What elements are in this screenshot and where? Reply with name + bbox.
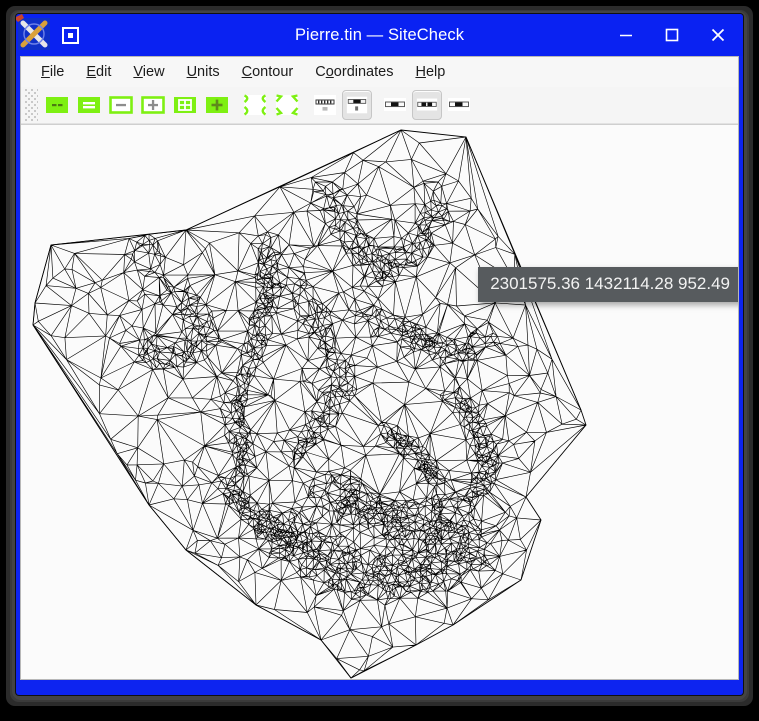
- maximize-button[interactable]: [649, 14, 695, 56]
- minimize-button[interactable]: [603, 14, 649, 56]
- title-bar[interactable]: Pierre.tin — SiteCheck: [16, 14, 743, 56]
- menu-item-help[interactable]: Help: [404, 60, 456, 84]
- zoom-out-2x-button[interactable]: [42, 90, 72, 120]
- zoom-in-button[interactable]: [138, 90, 168, 120]
- precision-high-button[interactable]: [444, 90, 474, 120]
- minus-minus-icon: [46, 97, 68, 113]
- menu-item-contour[interactable]: Contour: [231, 60, 305, 84]
- grid-button[interactable]: [170, 90, 200, 120]
- close-icon: [711, 28, 725, 42]
- curve-corner-alt-icon: [275, 94, 299, 116]
- tin-mesh: [21, 125, 738, 679]
- maximize-icon: [665, 28, 679, 42]
- desktop-background: Pierre.tin — SiteCheck File Edit View Un…: [0, 0, 759, 721]
- plus-bold-icon: [206, 97, 228, 113]
- menu-item-view[interactable]: View: [122, 60, 175, 84]
- menu-bar: File Edit View Units Contour Coordinates…: [21, 57, 738, 87]
- minus-icon: [109, 96, 133, 114]
- curve-corner-icon: [243, 94, 267, 116]
- close-button[interactable]: [695, 14, 741, 56]
- units-meter-button[interactable]: [310, 90, 340, 120]
- application-window: Pierre.tin — SiteCheck File Edit View Un…: [16, 14, 743, 695]
- menu-item-file[interactable]: File: [30, 60, 75, 84]
- precision-3-icon: [448, 98, 470, 111]
- minimize-icon: [620, 34, 632, 37]
- contour-rough-button[interactable]: [272, 90, 302, 120]
- menu-item-edit[interactable]: Edit: [75, 60, 122, 84]
- precision-low-button[interactable]: [380, 90, 410, 120]
- double-bar-icon: [78, 97, 100, 113]
- precision-medium-button[interactable]: [412, 90, 442, 120]
- tin-viewport[interactable]: 2301575.36 1432114.28 952.49: [21, 124, 738, 679]
- menu-item-coordinates[interactable]: Coordinates: [304, 60, 404, 84]
- plus-icon: [141, 96, 165, 114]
- precision-2-icon: [416, 98, 438, 111]
- zoom-in-2x-button[interactable]: [202, 90, 232, 120]
- contour-smooth-button[interactable]: [240, 90, 270, 120]
- menu-item-units[interactable]: Units: [176, 60, 231, 84]
- zoom-out-button[interactable]: [74, 90, 104, 120]
- ruler-foot-icon: [346, 96, 368, 114]
- toolbar-grip[interactable]: [25, 89, 38, 121]
- units-foot-button[interactable]: [342, 90, 372, 120]
- client-area: File Edit View Units Contour Coordinates…: [20, 56, 739, 680]
- precision-1-icon: [384, 98, 406, 111]
- zoom-fit-button[interactable]: [106, 90, 136, 120]
- grid-icon: [174, 97, 196, 113]
- ruler-meter-icon: [314, 95, 336, 115]
- window-bottom-accent: [20, 681, 739, 692]
- coordinate-readout: 2301575.36 1432114.28 952.49: [478, 267, 738, 302]
- toolbar: [21, 87, 738, 124]
